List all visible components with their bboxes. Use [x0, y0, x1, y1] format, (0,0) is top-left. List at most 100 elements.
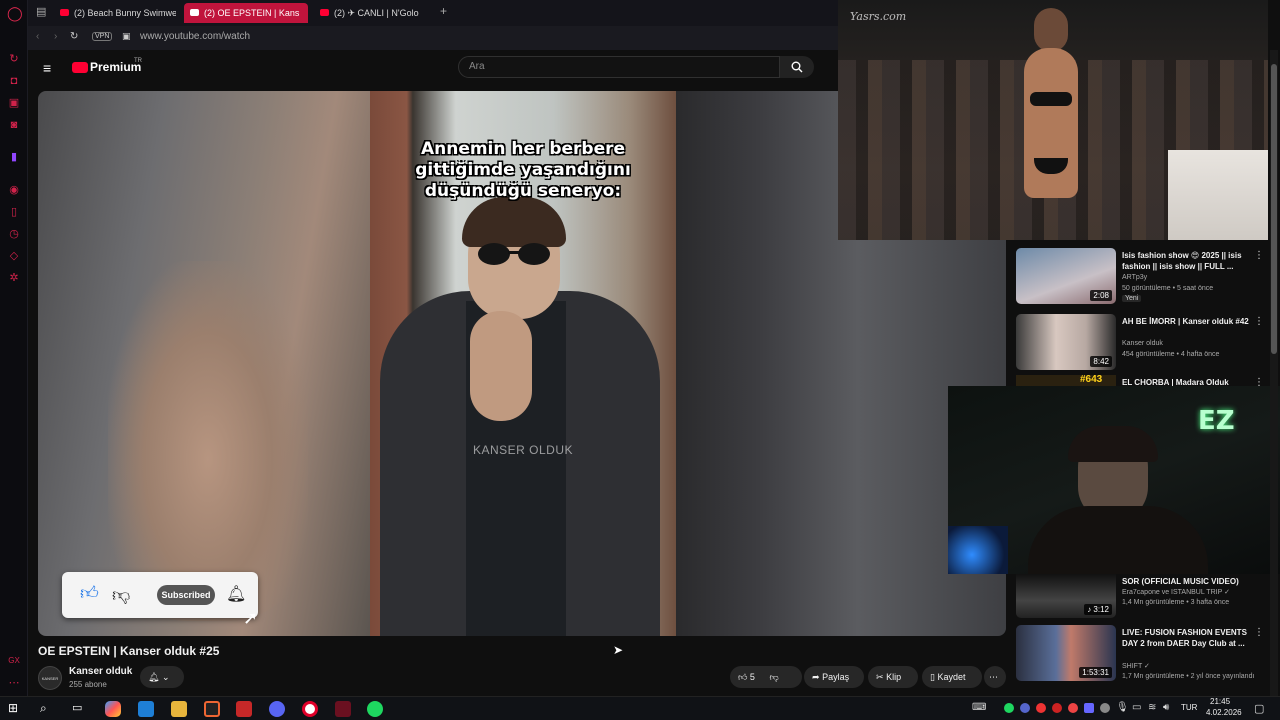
sidebar-bag-icon[interactable]: ◘: [7, 74, 21, 88]
more-actions-button[interactable]: ⋯: [984, 666, 1006, 688]
tray-icon[interactable]: [1068, 703, 1078, 713]
list-item[interactable]: 8:42 AH BE İMORR | Kanser olduk #42 Kans…: [1016, 314, 1266, 374]
kebab-menu-icon[interactable]: ⋮: [1254, 627, 1264, 638]
tray-icon[interactable]: [1052, 703, 1062, 713]
sidebar-player-icon[interactable]: ◉: [7, 183, 21, 197]
save-button[interactable]: ▯ Kaydet: [922, 666, 982, 688]
sidebar-refresh-icon[interactable]: ↻: [7, 52, 21, 66]
scrollbar-thumb[interactable]: [1271, 64, 1277, 354]
like-button[interactable]: 👍︎ 5: [738, 672, 755, 682]
opera-logo-icon[interactable]: ◯: [7, 6, 23, 20]
tab-canli[interactable]: (2) ✈ CANLI | N'Golo: [314, 3, 432, 23]
sidebar-bookmark-icon[interactable]: ▯: [7, 205, 21, 219]
clip-label: Klip: [886, 672, 902, 682]
notification-icon[interactable]: ▢: [1254, 702, 1264, 715]
list-item[interactable]: 2:08 Isis fashion show 😍 2025 || isis fa…: [1016, 248, 1266, 308]
rec-title[interactable]: LIVE: FUSION FASHION EVENTS DAY 2 from D…: [1122, 627, 1250, 649]
windows-start-icon[interactable]: ⊞: [8, 701, 24, 717]
tab-oe-epstein[interactable]: (2) OE EPSTEIN | Kans: [184, 3, 308, 23]
video-thumbnail[interactable]: 8:42: [1016, 314, 1116, 370]
rec-title[interactable]: Isis fashion show 😍 2025 || isis fashion…: [1122, 250, 1250, 272]
video-thumbnail[interactable]: 2:08: [1016, 248, 1116, 304]
discord-icon[interactable]: [269, 701, 285, 717]
kebab-menu-icon[interactable]: ⋮: [1254, 250, 1264, 261]
rec-channel[interactable]: Kanser olduk: [1122, 340, 1163, 347]
share-button[interactable]: ➦ Paylaş: [804, 666, 864, 688]
rec-meta: 1,7 Mn görüntüleme • 2 yıl önce yayınlan…: [1122, 673, 1255, 680]
tray-icon[interactable]: [1020, 703, 1030, 713]
opera-gx-icon[interactable]: [204, 701, 220, 717]
edge-icon[interactable]: [138, 701, 154, 717]
dislike-button[interactable]: 👎︎: [769, 672, 778, 682]
rec-title[interactable]: SOR (OFFICIAL MUSIC VIDEO): [1122, 576, 1250, 587]
browser-sidebar: ◯ ↻ ◘ ▣ ◙ ▮ ◉ ▯ ◷ ◇ ✲ GX ⋯: [0, 0, 28, 696]
network-icon[interactable]: ▭: [1132, 702, 1141, 713]
list-item[interactable]: ♪ 3:12 SOR (OFFICIAL MUSIC VIDEO) Era7ca…: [1016, 574, 1266, 620]
copilot-icon[interactable]: [105, 701, 121, 717]
rec-channel[interactable]: SHIFT ✓: [1122, 662, 1150, 670]
tab-overview-icon[interactable]: ▤: [36, 5, 46, 18]
kebab-menu-icon[interactable]: ⋮: [1254, 316, 1264, 327]
new-tab-button[interactable]: +: [440, 4, 447, 18]
sidebar-settings-icon[interactable]: ✲: [7, 271, 21, 285]
spotify-icon[interactable]: [367, 701, 383, 717]
sidebar-history-icon[interactable]: ◷: [7, 227, 21, 241]
sidebar-twitch-icon[interactable]: ▮: [7, 150, 21, 164]
webcam-overlay: EZ: [948, 386, 1280, 574]
clock-date[interactable]: 4.02.2026: [1206, 708, 1242, 717]
app-icon[interactable]: [236, 701, 252, 717]
vpn-badge[interactable]: VPN: [92, 32, 113, 41]
menu-icon[interactable]: ≡: [43, 60, 51, 76]
wifi-icon[interactable]: ≋: [1148, 702, 1156, 713]
subscribe-overlay: 👍︎ 👎︎ Subscribed 🔔︎: [62, 572, 258, 618]
rec-channel[interactable]: Era7capone ve ISTANBUL TRIP ✓: [1122, 588, 1230, 596]
tab-label: (2) ✈ CANLI | N'Golo: [334, 8, 419, 18]
file-explorer-icon[interactable]: [171, 701, 187, 717]
tab-label: (2) OE EPSTEIN | Kans: [204, 8, 300, 18]
list-item[interactable]: 1:53:31 LIVE: FUSION FASHION EVENTS DAY …: [1016, 625, 1266, 685]
search-input[interactable]: Ara: [458, 56, 780, 78]
spotify-tray-icon[interactable]: [1004, 703, 1014, 713]
volume-icon[interactable]: 🔊︎: [1163, 702, 1169, 713]
channel-watermark: KANSER OLDUK: [472, 443, 574, 457]
model-head: [1034, 8, 1068, 52]
back-icon[interactable]: ‹: [36, 31, 39, 42]
rec-title[interactable]: AH BE İMORR | Kanser olduk #42: [1122, 316, 1250, 327]
search-button[interactable]: [780, 56, 814, 78]
search-icon[interactable]: ⌕: [40, 701, 56, 717]
sidebar-gx-icon[interactable]: GX: [7, 654, 21, 668]
clock-time[interactable]: 21:45: [1210, 697, 1230, 706]
url-field[interactable]: www.youtube.com/watch: [140, 31, 250, 42]
task-view-icon[interactable]: ▭: [72, 701, 88, 717]
share-icon: ➦: [812, 672, 820, 682]
active-app-icon[interactable]: [335, 701, 351, 717]
tray-icon[interactable]: [1084, 703, 1094, 713]
sidebar-instagram-icon[interactable]: ◙: [7, 118, 21, 132]
youtube-logo-icon[interactable]: [72, 62, 88, 73]
search-placeholder: Ara: [469, 61, 485, 72]
tab-beach-bunny[interactable]: (2) Beach Bunny Swimwe: [54, 3, 176, 23]
tray-icon[interactable]: [1100, 703, 1110, 713]
opera-icon[interactable]: [302, 701, 318, 717]
channel-name[interactable]: Kanser olduk: [69, 666, 132, 677]
sidebar-chat-icon[interactable]: ▣: [7, 96, 21, 110]
page-scrollbar[interactable]: [1270, 50, 1278, 696]
clip-button[interactable]: ✂ Klip: [868, 666, 918, 688]
notification-bell-button[interactable]: 🔔︎ ⌄: [140, 666, 184, 688]
microphone-icon[interactable]: 🎙︎: [1116, 702, 1129, 713]
language-indicator[interactable]: TUR: [1181, 703, 1197, 712]
keyboard-icon[interactable]: ⌨: [972, 702, 986, 713]
sidebar-more-icon[interactable]: ⋯: [7, 676, 21, 690]
streamer-shirt: [1028, 506, 1208, 574]
forward-icon[interactable]: ›: [54, 31, 57, 42]
reload-icon[interactable]: ↻: [70, 31, 78, 42]
save-label: Kaydet: [937, 672, 966, 682]
sidebar-cube-icon[interactable]: ◇: [7, 249, 21, 263]
tray-icon[interactable]: [1036, 703, 1046, 713]
channel-avatar[interactable]: KANSER OLDUK: [38, 666, 62, 705]
video-thumbnail[interactable]: ♪ 3:12: [1016, 574, 1116, 618]
rec-channel[interactable]: ARTp3y: [1122, 274, 1147, 281]
thumbs-up-icon: 👍︎: [80, 583, 99, 603]
duration-badge: 1:53:31: [1079, 667, 1112, 678]
video-thumbnail[interactable]: 1:53:31: [1016, 625, 1116, 681]
